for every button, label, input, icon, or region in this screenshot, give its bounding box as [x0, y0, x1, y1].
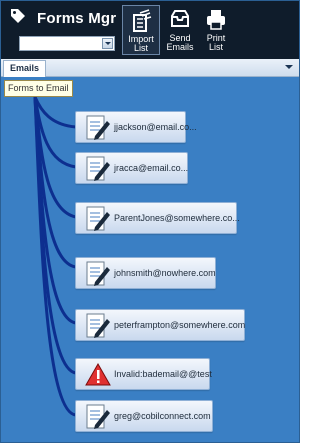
email-label: Invalid:bademail@@test [114, 369, 212, 379]
document-edit-icon [85, 312, 111, 345]
document-edit-icon [85, 260, 111, 293]
email-label: ParentJones@somewhere.co... [114, 213, 240, 223]
document-edit-icon [85, 114, 111, 147]
email-label: greg@cobilconnect.com [114, 411, 211, 421]
document-edit-icon [85, 155, 111, 188]
app-window: Forms Mgr Import List Send Emails Print … [0, 0, 300, 443]
list-item[interactable]: jjackson@email.co... [75, 111, 197, 143]
list-item[interactable]: Invalid:bademail@@test [75, 358, 212, 390]
list-item[interactable]: johnsmith@nowhere.com [75, 257, 216, 289]
list-item[interactable]: peterframpton@somewhere.com [75, 309, 245, 341]
email-label: peterframpton@somewhere.com [114, 320, 246, 330]
document-edit-icon [85, 205, 111, 238]
document-edit-icon [85, 403, 111, 436]
warning-icon [85, 361, 111, 394]
email-label: johnsmith@nowhere.com [114, 268, 216, 278]
list-item[interactable]: jracca@email.co... [75, 152, 188, 184]
email-label: jjackson@email.co... [114, 122, 197, 132]
email-label: jracca@email.co... [114, 163, 189, 173]
list-item[interactable]: greg@cobilconnect.com [75, 400, 213, 432]
list-item[interactable]: ParentJones@somewhere.co... [75, 202, 240, 234]
tooltip-forms-to-email: Forms to Email [4, 80, 73, 97]
